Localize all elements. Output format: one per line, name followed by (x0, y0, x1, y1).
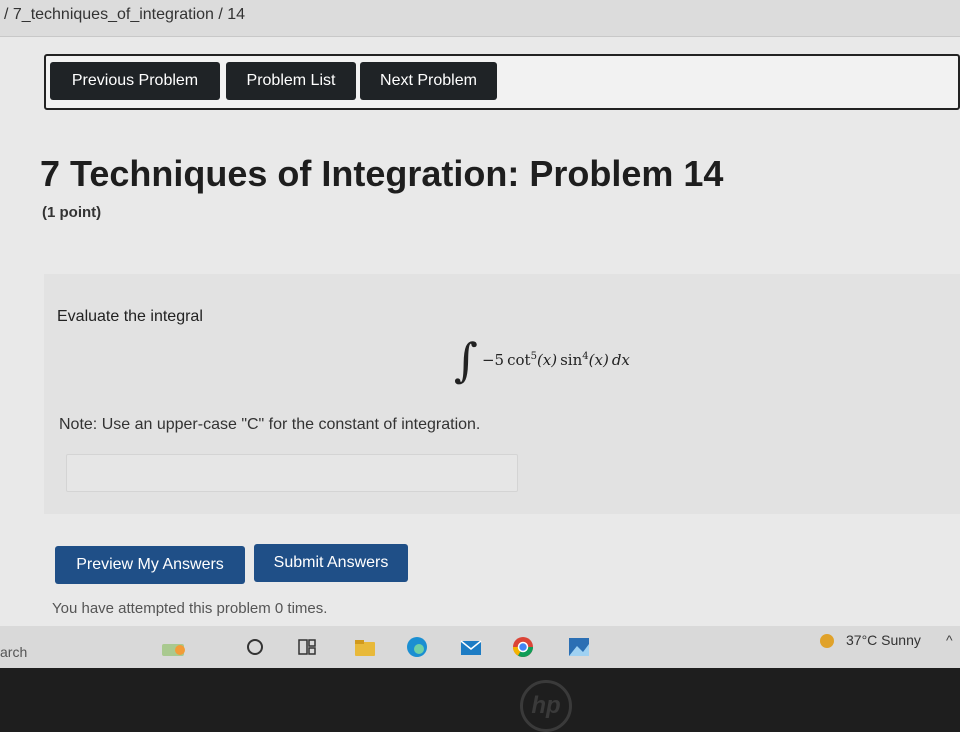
problem-nav-bar: Previous Problem Problem List Next Probl… (44, 54, 960, 110)
cot-argument: (x) (536, 351, 558, 369)
widgets-icon[interactable] (160, 634, 186, 660)
problem-list-button[interactable]: Problem List (226, 62, 356, 100)
integral-formula: ∫ −5 cot5(x) sin4(x) dx (454, 330, 630, 390)
sin-argument: (x) (588, 351, 609, 369)
task-view-icon[interactable] (242, 634, 268, 660)
file-explorer-icon[interactable] (352, 634, 378, 660)
attempts-text: You have attempted this problem 0 times. (52, 600, 328, 617)
integral-sign: ∫ (454, 333, 478, 387)
breadcrumb[interactable]: / 7_techniques_of_integration / 14 (4, 6, 245, 24)
next-problem-button[interactable]: Next Problem (360, 62, 497, 100)
weather-text[interactable]: 37°C Sunny (846, 632, 921, 648)
hp-logo: hp (520, 680, 572, 732)
submit-answers-button[interactable]: Submit Answers (254, 544, 408, 582)
answer-input[interactable] (66, 454, 518, 492)
laptop-bezel (0, 668, 960, 720)
tray-chevron-icon[interactable]: ^ (946, 632, 953, 648)
problem-note: Note: Use an upper-case "C" for the cons… (59, 416, 481, 433)
problem-prompt: Evaluate the integral (57, 308, 203, 325)
multitask-icon[interactable] (294, 634, 320, 660)
integrand: −5 cot5(x) sin4(x) dx (482, 351, 630, 369)
page-title: 7 Techniques of Integration: Problem 14 (40, 153, 724, 194)
weather-sun-icon (820, 634, 834, 648)
chrome-icon[interactable] (510, 634, 536, 660)
sin-function: sin (560, 351, 583, 369)
problem-points: (1 point) (42, 204, 102, 221)
photos-icon[interactable] (566, 634, 592, 660)
taskbar-search[interactable]: arch (0, 644, 27, 660)
taskbar: arch 37°C Sunny ^ (0, 626, 960, 668)
coefficient: −5 (481, 351, 505, 369)
edge-icon[interactable] (404, 634, 430, 660)
mail-icon[interactable] (458, 634, 484, 660)
breadcrumb-bar: / 7_techniques_of_integration / 14 (0, 0, 960, 37)
preview-answers-button[interactable]: Preview My Answers (55, 546, 245, 584)
differential: dx (611, 351, 630, 369)
previous-problem-button[interactable]: Previous Problem (50, 62, 220, 100)
cot-function: cot (507, 351, 531, 369)
screen: / 7_techniques_of_integration / 14 Previ… (0, 0, 960, 668)
problem-box: Evaluate the integral ∫ −5 cot5(x) sin4(… (44, 274, 960, 514)
